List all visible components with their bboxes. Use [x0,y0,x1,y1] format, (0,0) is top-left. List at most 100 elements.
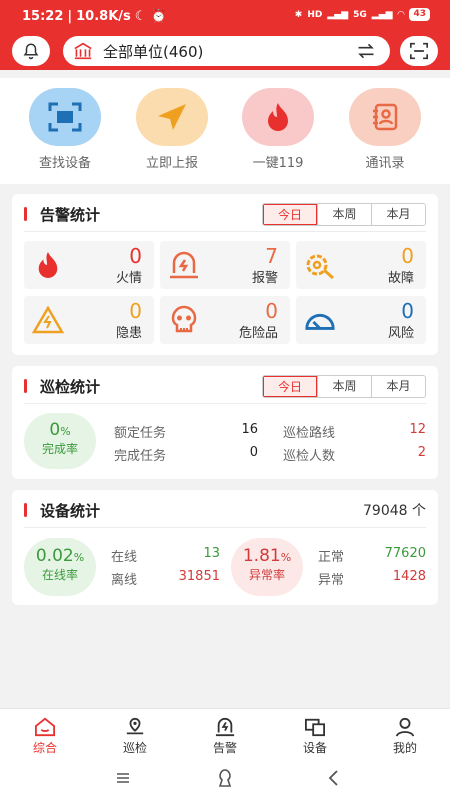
network-label-1: HD [307,9,323,20]
tab-today[interactable]: 今日 [263,376,317,397]
online-label: 在线 [111,550,138,565]
user-icon [395,717,415,737]
alarm-count: 0 [129,244,142,268]
contacts-icon [349,88,421,146]
alarm-name: 火情 [115,271,142,286]
warning-triangle-icon [32,305,64,335]
quick-find-device[interactable]: 查找设备 [20,88,110,171]
wifi-icon: ◠ [397,9,405,20]
alarm-name: 隐患 [115,326,142,341]
alarm-count: 0 [129,299,142,323]
status-time: 15:22 [22,9,64,24]
completed-tasks-label: 完成任务 [114,449,167,464]
tab-week[interactable]: 本周 [317,376,371,397]
alarm-name: 风险 [387,326,414,341]
scan-button[interactable] [400,36,438,66]
nav-patrol[interactable]: 巡检 [90,715,180,756]
rated-tasks-value: 16 [241,422,258,437]
switch-arrows-icon [358,43,374,59]
unit-selector-label: 全部单位(460) [103,42,204,61]
online-rate-label: 在线率 [41,568,78,582]
quick-actions: 查找设备 立即上报 一键119 通讯录 [0,78,450,184]
gauge-icon [304,305,336,335]
quick-action-label: 查找设备 [38,156,91,171]
nav-label: 设备 [302,741,327,755]
tab-week[interactable]: 本周 [317,204,371,225]
completion-rate-unit: % [60,425,71,438]
abnormal-rate-label: 异常率 [248,568,285,582]
unit-selector[interactable]: 全部单位(460) [63,36,390,66]
alarm-period-tabs: 今日 本周 本月 [262,203,426,226]
abnormal-rate-unit: % [280,551,292,564]
normal-value: 77620 [384,546,426,561]
find-device-icon [29,88,101,146]
tab-month[interactable]: 本月 [371,204,425,225]
status-speed: 10.8K/s [76,9,131,24]
quick-action-label: 一键119 [252,156,304,171]
offline-label: 离线 [111,573,138,588]
alarm-count: 0 [265,299,278,323]
device-stats-title: 设备统计 [24,500,100,521]
abnormal-label: 异常 [318,573,345,588]
nav-label: 巡检 [122,741,147,755]
system-nav-bar [0,758,450,800]
alarm-tile-risk[interactable]: 0 风险 [296,296,426,344]
alarm-tile-fault[interactable]: 0 故障 [296,241,426,289]
location-pin-icon [126,717,144,735]
alarm-stats-card: 告警统计 今日 本周 本月 0 火情 7 报警 0 故障 0 隐患 0 危险品 … [12,194,438,355]
alarm-tile-alarm[interactable]: 7 报警 [160,241,290,289]
battery-indicator: 43 [409,8,430,21]
alarm-count: 0 [401,244,414,268]
signal-icon: ▂▄▆ [327,9,349,20]
tab-today[interactable]: 今日 [263,204,317,225]
flame-icon [32,250,64,280]
nav-mine[interactable]: 我的 [360,715,450,756]
menu-icon[interactable] [116,772,130,784]
devices-icon [305,718,325,737]
home-icon [35,717,55,737]
nav-label: 告警 [212,741,237,755]
patrol-stats-card: 巡检统计 今日 本周 本月 0% 完成率 额定任务 16 完成任务 0 巡检路线… [12,366,438,479]
scan-icon [410,42,428,60]
alarm-name: 故障 [387,271,414,286]
network-label-2: 5G [353,9,367,20]
abnormal-rate-badge: 1.81% 异常率 [231,538,303,596]
tab-month[interactable]: 本月 [371,376,425,397]
alarm-tile-dangerous-goods[interactable]: 0 危险品 [160,296,290,344]
status-bar: 15:22 | 10.8K/s ☾ ⏰ ✱ HD ▂▄▆ 5G ▂▄▆ ◠ 43 [0,0,450,32]
alarm-name: 危险品 [238,326,278,341]
nav-label: 我的 [392,741,417,755]
online-rate-value: 0.02 [35,546,74,566]
assistant-icon[interactable] [216,768,234,788]
offline-value: 31851 [178,569,220,584]
nav-label: 综合 [32,741,57,755]
app-header: 15:22 | 10.8K/s ☾ ⏰ ✱ HD ▂▄▆ 5G ▂▄▆ ◠ 43… [0,0,450,70]
alarm-tile-hazard[interactable]: 0 隐患 [24,296,154,344]
quick-call-119[interactable]: 一键119 [233,88,323,171]
notification-button[interactable] [12,36,50,66]
patrol-period-tabs: 今日 本周 本月 [262,375,426,398]
nav-device[interactable]: 设备 [270,715,360,756]
siren-icon [168,250,200,280]
nav-overview[interactable]: 综合 [0,715,90,756]
completion-rate-badge: 0% 完成率 [24,413,96,469]
back-icon[interactable] [327,770,339,786]
patrol-routes-value: 12 [409,422,426,437]
quick-contacts[interactable]: 通讯录 [340,88,430,171]
rated-tasks-label: 额定任务 [114,426,167,441]
moon-icon: ☾ [134,9,147,24]
alarm-tile-fire[interactable]: 0 火情 [24,241,154,289]
alarm-clock-icon: ⏰ [150,9,167,24]
nav-alarm[interactable]: 告警 [180,715,270,756]
online-rate-unit: % [73,551,85,564]
quick-report[interactable]: 立即上报 [127,88,217,171]
alarm-stats-title: 告警统计 [24,204,100,225]
online-rate-badge: 0.02% 在线率 [24,538,96,596]
alarm-siren-icon [215,717,235,737]
alarm-count: 0 [401,299,414,323]
patrol-stats-title: 巡检统计 [24,376,100,397]
alarm-count: 7 [265,244,278,268]
patrol-people-value: 2 [417,445,426,460]
patrol-routes-label: 巡检路线 [283,426,336,441]
patrol-people-label: 巡检人数 [283,449,336,464]
